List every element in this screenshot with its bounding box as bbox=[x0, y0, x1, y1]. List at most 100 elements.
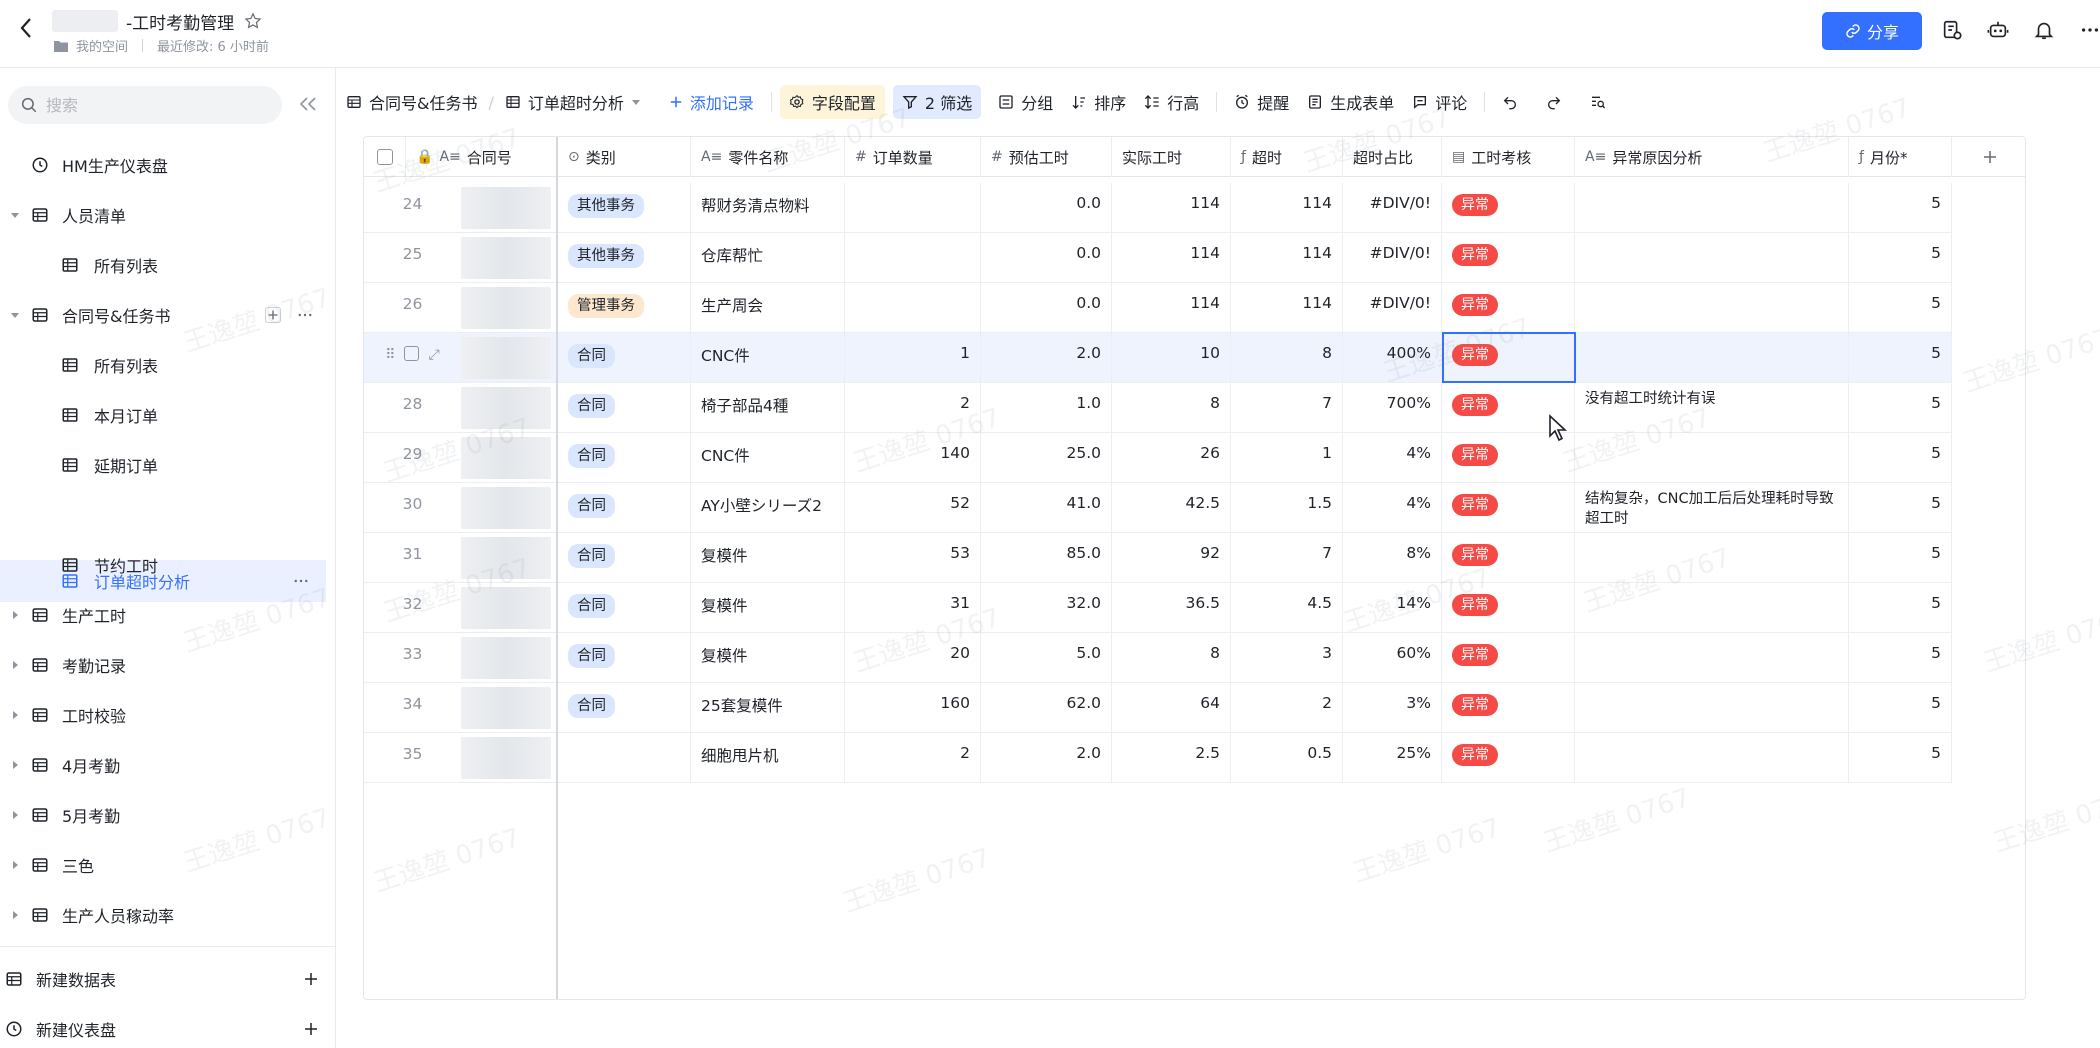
hours-check-cell[interactable]: 异常 bbox=[1442, 583, 1575, 633]
part-name-cell[interactable]: 复模件 bbox=[691, 533, 845, 583]
plus-icon[interactable] bbox=[298, 966, 324, 992]
column-header-abnormal-reason[interactable]: A≡ 异常原因分析 bbox=[1575, 137, 1849, 177]
actual-hours-cell[interactable]: 114 bbox=[1112, 183, 1231, 233]
table-row[interactable]: 30 合同 AY小壁シリーズ2 52 41.0 42.5 1.5 4% 异常 结构复杂，CNC加工… bbox=[364, 483, 1952, 533]
category-cell[interactable]: 其他事务 bbox=[558, 183, 691, 233]
actual-hours-cell[interactable]: 10 bbox=[1112, 333, 1231, 383]
contract-no-cell-blurred[interactable] bbox=[461, 687, 551, 729]
part-name-cell[interactable]: CNC件 bbox=[691, 333, 845, 383]
month-cell[interactable]: 5 bbox=[1849, 633, 1952, 683]
sidebar-item-april-attendance[interactable]: 4月考勤 bbox=[0, 744, 326, 786]
caret-down-icon[interactable] bbox=[8, 308, 22, 322]
overtime-cell[interactable]: 4.5 bbox=[1231, 583, 1343, 633]
abnormal-reason-cell[interactable] bbox=[1575, 733, 1849, 783]
more-icon[interactable] bbox=[292, 302, 318, 328]
contract-no-cell-blurred[interactable] bbox=[461, 487, 551, 529]
search-input[interactable] bbox=[46, 95, 246, 115]
order-qty-cell[interactable]: 160 bbox=[845, 683, 981, 733]
part-name-cell[interactable]: CNC件 bbox=[691, 433, 845, 483]
estimated-hours-cell[interactable]: 0.0 bbox=[981, 233, 1112, 283]
overtime-ratio-cell[interactable]: 60% bbox=[1343, 633, 1442, 683]
category-cell[interactable]: 合同 bbox=[558, 333, 691, 383]
actual-hours-cell[interactable]: 92 bbox=[1112, 533, 1231, 583]
hours-check-cell[interactable]: 异常 bbox=[1442, 633, 1575, 683]
contract-no-cell-blurred[interactable] bbox=[461, 437, 551, 479]
new-table-button[interactable]: 新建数据表 bbox=[0, 958, 326, 1000]
add-view-button[interactable] bbox=[260, 302, 286, 328]
abnormal-reason-cell[interactable] bbox=[1575, 333, 1849, 383]
table-row[interactable]: 28 合同 椅子部品4種 2 1.0 8 7 700% 异常 没有超工时统计有误 5 bbox=[364, 383, 1952, 433]
hours-check-cell[interactable]: 异常 bbox=[1442, 183, 1575, 233]
caret-right-icon[interactable] bbox=[8, 608, 22, 622]
table-row[interactable]: ⠿ ⤢ 合同 CNC件 1 2.0 10 8 400% 异常 5 bbox=[364, 332, 1952, 383]
actual-hours-cell[interactable]: 26 bbox=[1112, 433, 1231, 483]
abnormal-reason-cell[interactable] bbox=[1575, 283, 1849, 333]
sidebar-item-delayed-orders[interactable]: 延期订单 bbox=[0, 444, 326, 486]
part-name-cell[interactable]: 生产周会 bbox=[691, 283, 845, 333]
overtime-ratio-cell[interactable]: 4% bbox=[1343, 433, 1442, 483]
contract-no-cell-blurred[interactable] bbox=[461, 537, 551, 579]
estimated-hours-cell[interactable]: 2.0 bbox=[981, 333, 1112, 383]
generate-form-button[interactable]: 生成表单 bbox=[1298, 85, 1403, 119]
month-cell[interactable]: 5 bbox=[1849, 183, 1952, 233]
row-checkbox[interactable] bbox=[403, 346, 419, 361]
order-qty-cell[interactable]: 2 bbox=[845, 383, 981, 433]
part-name-cell[interactable]: 细胞甩片机 bbox=[691, 733, 845, 783]
overtime-ratio-cell[interactable]: #DIV/0! bbox=[1343, 283, 1442, 333]
category-cell[interactable]: 合同 bbox=[558, 483, 691, 533]
column-header-order-qty[interactable]: # 订单数量 bbox=[845, 137, 981, 177]
caret-right-icon[interactable] bbox=[8, 858, 22, 872]
month-cell[interactable]: 5 bbox=[1849, 383, 1952, 433]
actual-hours-cell[interactable]: 36.5 bbox=[1112, 583, 1231, 633]
sidebar-item-may-attendance[interactable]: 5月考勤 bbox=[0, 794, 326, 836]
part-name-cell[interactable]: 25套复模件 bbox=[691, 683, 845, 733]
contract-no-cell-blurred[interactable] bbox=[461, 287, 551, 329]
table-row[interactable]: 33 合同 复模件 20 5.0 8 3 60% 异常 5 bbox=[364, 633, 1952, 683]
estimated-hours-cell[interactable]: 1.0 bbox=[981, 383, 1112, 433]
hours-check-cell[interactable]: 异常 bbox=[1442, 533, 1575, 583]
order-qty-cell[interactable]: 140 bbox=[845, 433, 981, 483]
hours-check-cell[interactable]: 异常 bbox=[1442, 683, 1575, 733]
part-name-cell[interactable]: 椅子部品4種 bbox=[691, 383, 845, 433]
month-cell[interactable]: 5 bbox=[1849, 283, 1952, 333]
estimated-hours-cell[interactable]: 62.0 bbox=[981, 683, 1112, 733]
estimated-hours-cell[interactable]: 2.0 bbox=[981, 733, 1112, 783]
sidebar-item-contract-all-list[interactable]: 所有列表 bbox=[0, 344, 326, 386]
star-icon[interactable] bbox=[242, 10, 264, 32]
part-name-cell[interactable]: 复模件 bbox=[691, 633, 845, 683]
actual-hours-cell[interactable]: 114 bbox=[1112, 233, 1231, 283]
order-qty-cell[interactable] bbox=[845, 283, 981, 333]
abnormal-reason-cell[interactable]: 没有超工时统计有误 bbox=[1575, 383, 1849, 433]
table-row[interactable]: 29 合同 CNC件 140 25.0 26 1 4% 异常 5 bbox=[364, 433, 1952, 483]
column-header-overtime[interactable]: ƒ 超时 bbox=[1231, 137, 1343, 177]
order-qty-cell[interactable]: 1 bbox=[845, 333, 981, 383]
overtime-ratio-cell[interactable]: 700% bbox=[1343, 383, 1442, 433]
collapse-sidebar-button[interactable] bbox=[296, 92, 320, 116]
part-name-cell[interactable]: AY小壁シリーズ2 bbox=[691, 483, 845, 533]
abnormal-reason-cell[interactable] bbox=[1575, 683, 1849, 733]
comment-button[interactable]: 评论 bbox=[1403, 85, 1476, 119]
table-name-tab[interactable]: 合同号&任务书 bbox=[337, 85, 486, 119]
sidebar-item-staff-list[interactable]: 人员清单 bbox=[0, 194, 326, 236]
part-name-cell[interactable]: 仓库帮忙 bbox=[691, 233, 845, 283]
overtime-cell[interactable]: 7 bbox=[1231, 533, 1343, 583]
month-cell[interactable]: 5 bbox=[1849, 733, 1952, 783]
robot-icon[interactable] bbox=[1984, 16, 2012, 44]
abnormal-reason-cell[interactable]: 结构复杂，CNC加工后后处理耗时导致超工时 bbox=[1575, 483, 1849, 533]
order-qty-cell[interactable]: 20 bbox=[845, 633, 981, 683]
abnormal-reason-cell[interactable] bbox=[1575, 533, 1849, 583]
overtime-cell[interactable]: 1.5 bbox=[1231, 483, 1343, 533]
column-header-category[interactable]: ⊙ 类别 bbox=[558, 137, 691, 177]
contract-no-cell-blurred[interactable] bbox=[461, 637, 551, 679]
sidebar-item-staff-all-list[interactable]: 所有列表 bbox=[0, 244, 326, 286]
share-button[interactable]: 分享 bbox=[1822, 12, 1922, 50]
month-cell[interactable]: 5 bbox=[1849, 583, 1952, 633]
category-cell[interactable]: 合同 bbox=[558, 433, 691, 483]
field-config-button[interactable]: 字段配置 bbox=[779, 85, 885, 119]
month-cell[interactable]: 5 bbox=[1849, 233, 1952, 283]
contract-no-cell-blurred[interactable] bbox=[461, 587, 551, 629]
order-qty-cell[interactable]: 53 bbox=[845, 533, 981, 583]
overtime-ratio-cell[interactable]: 8% bbox=[1343, 533, 1442, 583]
view-selector[interactable]: 订单超时分析 bbox=[496, 85, 650, 119]
estimated-hours-cell[interactable]: 85.0 bbox=[981, 533, 1112, 583]
